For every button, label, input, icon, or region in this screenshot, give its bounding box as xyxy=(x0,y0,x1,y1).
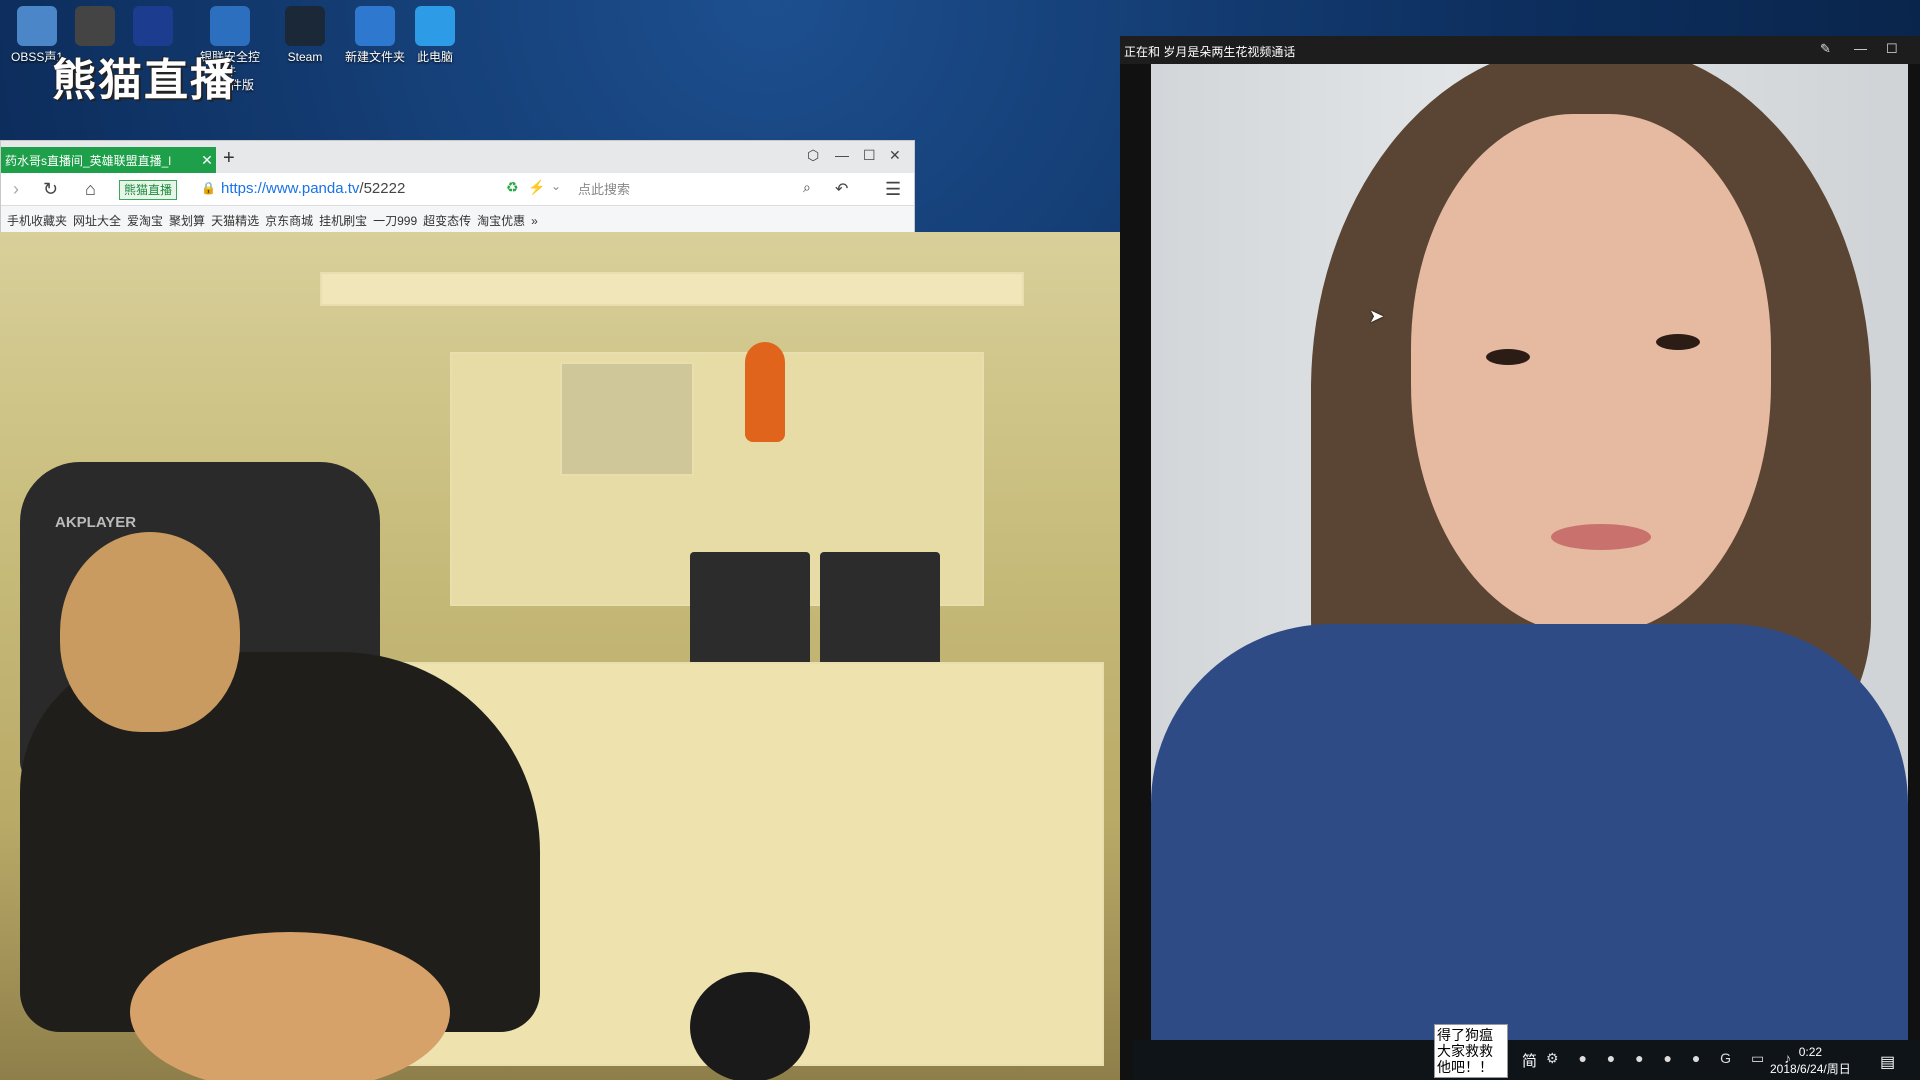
url-path: /52222 xyxy=(359,180,406,197)
watermark-logo: 熊猫直播 xyxy=(52,55,236,106)
undo-icon[interactable]: ↶ xyxy=(835,179,848,199)
clock[interactable]: 0:22 2018/6/24/周日 xyxy=(1770,1044,1851,1078)
menu-icon[interactable]: ☰ xyxy=(885,179,901,200)
computer-icon xyxy=(415,6,455,46)
eye-left xyxy=(1486,349,1530,365)
shelf-top xyxy=(320,272,1024,306)
face xyxy=(1411,114,1771,634)
desktop-icon-label: 此电脑 xyxy=(416,50,453,64)
tab-bar: 药水哥s直播间_英雄联盟直播_l ✕ + ⬡ — ☐ ✕ xyxy=(1,141,914,173)
desktop-icon-6[interactable]: 此电脑 xyxy=(400,6,470,64)
address-bar: › ↻ ⌂ 熊猫直播 🔒 https://www.panda.tv/52222 … xyxy=(1,173,914,206)
bookmark-item[interactable]: 京东商城 xyxy=(265,212,313,229)
chevron-down-icon[interactable]: ⌄ xyxy=(551,179,561,193)
minimize-button[interactable]: — xyxy=(835,147,849,163)
tab-label: 药水哥s直播间_英雄联盟直播_l xyxy=(5,153,172,168)
clock-date: 2018/6/24/周日 xyxy=(1770,1062,1851,1076)
shirt xyxy=(1151,624,1908,1040)
search-icon[interactable]: ⌕ xyxy=(803,179,811,196)
notification-icon[interactable]: ▤ xyxy=(1880,1052,1895,1072)
call-video-feed: ➤ xyxy=(1151,64,1908,1040)
shield-icon xyxy=(210,6,250,46)
bookmark-item[interactable]: 网址大全 xyxy=(73,212,121,229)
tray-icons[interactable]: ⚙ ● ● ● ● ● G ▭ ♪ xyxy=(1546,1050,1799,1067)
lightning-icon[interactable]: ⚡ xyxy=(528,179,545,196)
call-minimize-button[interactable]: — xyxy=(1854,41,1867,56)
lips xyxy=(1551,524,1651,550)
bookmark-item[interactable]: 爱淘宝 xyxy=(127,212,163,229)
url-host: https://www.panda.tv xyxy=(221,180,360,197)
figurine xyxy=(745,342,785,442)
bookmark-item[interactable]: 淘宝优惠 xyxy=(477,212,525,229)
search-input[interactable]: 点此搜索 xyxy=(578,179,823,199)
maximize-button[interactable]: ☐ xyxy=(863,147,876,164)
pin-icon[interactable]: ✎ xyxy=(1820,41,1831,57)
reload-icon[interactable]: ↻ xyxy=(43,179,58,200)
kx-icon xyxy=(133,6,173,46)
ime-indicator[interactable]: 简 xyxy=(1522,1050,1537,1071)
call-title: 正在和 岁月是朵两生花视频通话 xyxy=(1124,45,1296,59)
new-tab-button[interactable]: + xyxy=(223,147,235,170)
clock-time: 0:22 xyxy=(1798,1045,1823,1059)
stream-video: AKPLAYER xyxy=(0,232,1133,1080)
overlay-note: 得了狗瘟 大家救救 他吧！！ xyxy=(1434,1024,1508,1078)
bookmark-item[interactable]: » xyxy=(531,214,538,228)
bookmark-item[interactable]: 手机收藏夹 xyxy=(7,212,67,229)
shelf-cubby xyxy=(560,362,694,476)
person-belly xyxy=(130,932,450,1080)
mouse-cursor-icon: ➤ xyxy=(1369,306,1385,326)
trash-bin xyxy=(690,972,810,1080)
eye-right xyxy=(1656,334,1700,350)
bookmark-item[interactable]: 聚划算 xyxy=(169,212,205,229)
tab-close-icon[interactable]: ✕ xyxy=(198,152,216,169)
lock-icon: 🔒 xyxy=(201,181,216,195)
monitor-app-icon xyxy=(75,6,115,46)
call-maximize-button[interactable]: ☐ xyxy=(1886,41,1898,57)
obs-icon xyxy=(17,6,57,46)
call-titlebar: 正在和 岁月是朵两生花视频通话 ✎ — ☐ xyxy=(1120,36,1920,64)
chair-brand-text: AKPLAYER xyxy=(55,514,137,531)
person-head xyxy=(60,532,240,732)
steam-icon xyxy=(285,6,325,46)
bookmarks-bar: 手机收藏夹 网址大全 爱淘宝 聚划算 天猫精选 京东商城 挂机刷宝 一刀999 超变态传 淘宝优惠… xyxy=(1,206,914,232)
home-icon[interactable]: ⌂ xyxy=(85,179,96,200)
browser-window: 药水哥s直播间_英雄联盟直播_l ✕ + ⬡ — ☐ ✕ › ↻ ⌂ 熊猫直播 … xyxy=(0,140,915,234)
desktop-icon-4[interactable]: Steam xyxy=(270,6,340,64)
desktop-icon-label: Steam xyxy=(287,50,323,64)
close-button[interactable]: ✕ xyxy=(889,147,901,164)
tab-active[interactable]: 药水哥s直播间_英雄联盟直播_l ✕ xyxy=(1,147,216,173)
bookmark-item[interactable]: 天猫精选 xyxy=(211,212,259,229)
speaker-left xyxy=(690,552,810,672)
bookmark-item[interactable]: 一刀999 xyxy=(373,212,417,229)
bookmark-item[interactable]: 挂机刷宝 xyxy=(319,212,367,229)
url-field[interactable]: https://www.panda.tv/52222 xyxy=(221,180,405,197)
video-call-window: 正在和 岁月是朵两生花视频通话 ✎ — ☐ ➤ xyxy=(1120,36,1920,1080)
forward-icon[interactable]: › xyxy=(13,179,19,200)
folder-icon xyxy=(355,6,395,46)
site-badge[interactable]: 熊猫直播 xyxy=(119,180,178,200)
refresh-green-icon[interactable]: ♻ xyxy=(506,179,519,196)
bookmark-item[interactable]: 超变态传 xyxy=(423,212,471,229)
shirt-icon[interactable]: ⬡ xyxy=(807,147,819,164)
speaker-right xyxy=(820,552,940,672)
